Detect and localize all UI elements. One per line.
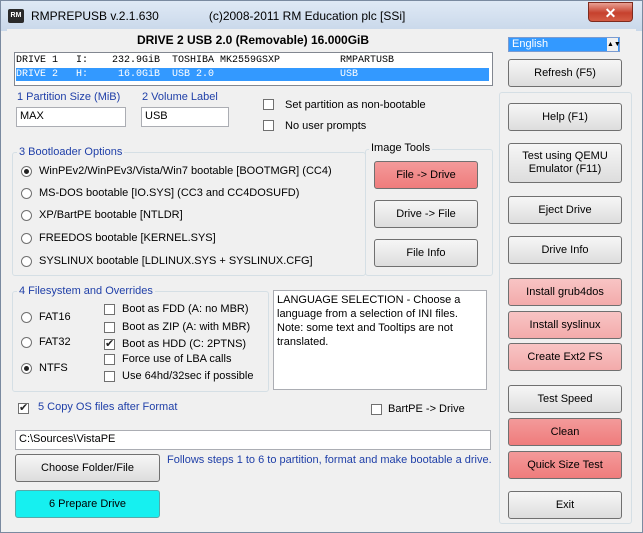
override-label: Use 64hd/32sec if possible bbox=[122, 370, 254, 382]
prepare-drive-button[interactable]: 6 Prepare Drive bbox=[15, 490, 160, 518]
quick-size-test-button[interactable]: Quick Size Test bbox=[508, 451, 622, 479]
fs-label: NTFS bbox=[39, 362, 68, 374]
override-label: Boot as FDD (A: no MBR) bbox=[122, 303, 249, 315]
spin-arrows-icon[interactable]: ▲▼ bbox=[607, 38, 621, 51]
no-prompts-label: No user prompts bbox=[285, 120, 367, 132]
override-zip-checkbox[interactable] bbox=[104, 322, 115, 333]
fs-radio-fat32[interactable] bbox=[21, 337, 32, 348]
bootloader-radio-msdos[interactable] bbox=[21, 188, 32, 199]
no-prompts-checkbox[interactable] bbox=[263, 120, 274, 131]
volume-label-input[interactable]: USB bbox=[141, 107, 229, 127]
override-label: Boot as HDD (C: 2PTNS) bbox=[122, 338, 247, 350]
bartpe-label: BartPE -> Drive bbox=[388, 403, 465, 415]
bootloader-title: 3 Bootloader Options bbox=[17, 146, 125, 158]
language-value: English bbox=[512, 38, 549, 50]
info-textbox[interactable]: LANGUAGE SELECTION - Choose a language f… bbox=[273, 290, 487, 390]
help-button[interactable]: Help (F1) bbox=[508, 103, 622, 131]
instructions-text: Follows steps 1 to 6 to partition, forma… bbox=[167, 454, 492, 466]
install-syslinux-button[interactable]: Install syslinux bbox=[508, 311, 622, 339]
fs-label: FAT16 bbox=[39, 311, 71, 323]
image-tools-title: Image Tools bbox=[369, 142, 433, 154]
non-bootable-label: Set partition as non-bootable bbox=[285, 99, 426, 111]
partition-size-input[interactable]: MAX bbox=[16, 107, 126, 127]
override-64hd-checkbox[interactable] bbox=[104, 371, 115, 382]
choose-folder-button[interactable]: Choose Folder/File bbox=[15, 454, 160, 482]
override-hdd-checkbox[interactable] bbox=[104, 337, 115, 350]
copy-os-label: 5 Copy OS files after Format bbox=[38, 401, 178, 413]
bootloader-option: SYSLINUX bootable [LDLINUX.SYS + SYSLINU… bbox=[39, 255, 313, 267]
bootloader-option: XP/BartPE bootable [NTLDR] bbox=[39, 209, 183, 221]
client-area: DRIVE 2 USB 2.0 (Removable) 16.000GiB DR… bbox=[7, 29, 636, 527]
main-window: RM RMPREPUSB v.2.1.630 (c)2008-2011 RM E… bbox=[0, 0, 643, 533]
eject-drive-button[interactable]: Eject Drive bbox=[508, 196, 622, 224]
override-label: Boot as ZIP (A: with MBR) bbox=[122, 321, 251, 333]
install-grub4dos-button[interactable]: Install grub4dos bbox=[508, 278, 622, 306]
bootloader-option: WinPEv2/WinPEv3/Vista/Win7 bootable [BOO… bbox=[39, 165, 332, 177]
drive-list[interactable]: DRIVE 1 I: 232.9GiB TOSHIBA MK2559GSXP R… bbox=[14, 52, 493, 86]
title-bar: RM RMPREPUSB v.2.1.630 (c)2008-2011 RM E… bbox=[1, 1, 642, 31]
bootloader-radio-syslinux[interactable] bbox=[21, 256, 32, 267]
filesystem-title: 4 Filesystem and Overrides bbox=[17, 285, 155, 297]
copy-os-checkbox[interactable] bbox=[18, 401, 29, 414]
bootloader-radio-xp[interactable] bbox=[21, 210, 32, 221]
refresh-button[interactable]: Refresh (F5) bbox=[508, 59, 622, 87]
file-to-drive-button[interactable]: File -> Drive bbox=[374, 161, 478, 189]
create-ext2-button[interactable]: Create Ext2 FS bbox=[508, 343, 622, 371]
source-path-input[interactable]: C:\Sources\VistaPE bbox=[15, 430, 491, 450]
drive-row[interactable]: DRIVE 1 I: 232.9GiB TOSHIBA MK2559GSXP R… bbox=[16, 54, 489, 67]
file-info-button[interactable]: File Info bbox=[374, 239, 478, 267]
clean-button[interactable]: Clean bbox=[508, 418, 622, 446]
override-fdd-checkbox[interactable] bbox=[104, 304, 115, 315]
window-title: RMPREPUSB v.2.1.630 (c)2008-2011 RM Educ… bbox=[31, 9, 406, 23]
exit-button[interactable]: Exit bbox=[508, 491, 622, 519]
bootloader-radio-winpe[interactable] bbox=[21, 166, 32, 177]
volume-label-label: 2 Volume Label bbox=[142, 91, 218, 103]
drive-title: DRIVE 2 USB 2.0 (Removable) 16.000GiB bbox=[136, 33, 370, 47]
fs-radio-fat16[interactable] bbox=[21, 312, 32, 323]
bootloader-radio-freedos[interactable] bbox=[21, 233, 32, 244]
fs-radio-ntfs[interactable] bbox=[21, 363, 32, 374]
test-speed-button[interactable]: Test Speed bbox=[508, 385, 622, 413]
drive-info-button[interactable]: Drive Info bbox=[508, 236, 622, 264]
override-label: Force use of LBA calls bbox=[122, 353, 232, 365]
drive-row-selected[interactable]: DRIVE 2 H: 16.0GiB USB 2.0 USB bbox=[16, 68, 489, 81]
fs-label: FAT32 bbox=[39, 336, 71, 348]
bartpe-checkbox[interactable] bbox=[371, 404, 382, 415]
non-bootable-checkbox[interactable] bbox=[263, 99, 274, 110]
override-lba-checkbox[interactable] bbox=[104, 354, 115, 365]
bootloader-option: MS-DOS bootable [IO.SYS] (CC3 and CC4DOS… bbox=[39, 187, 300, 199]
partition-size-label: 1 Partition Size (MiB) bbox=[17, 91, 121, 103]
close-button[interactable]: ✕ bbox=[588, 2, 633, 22]
drive-to-file-button[interactable]: Drive -> File bbox=[374, 200, 478, 228]
bootloader-option: FREEDOS bootable [KERNEL.SYS] bbox=[39, 232, 216, 244]
qemu-button[interactable]: Test using QEMU Emulator (F11) bbox=[508, 143, 622, 183]
language-select[interactable]: English ▲▼ bbox=[508, 37, 621, 52]
app-icon: RM bbox=[8, 9, 24, 23]
